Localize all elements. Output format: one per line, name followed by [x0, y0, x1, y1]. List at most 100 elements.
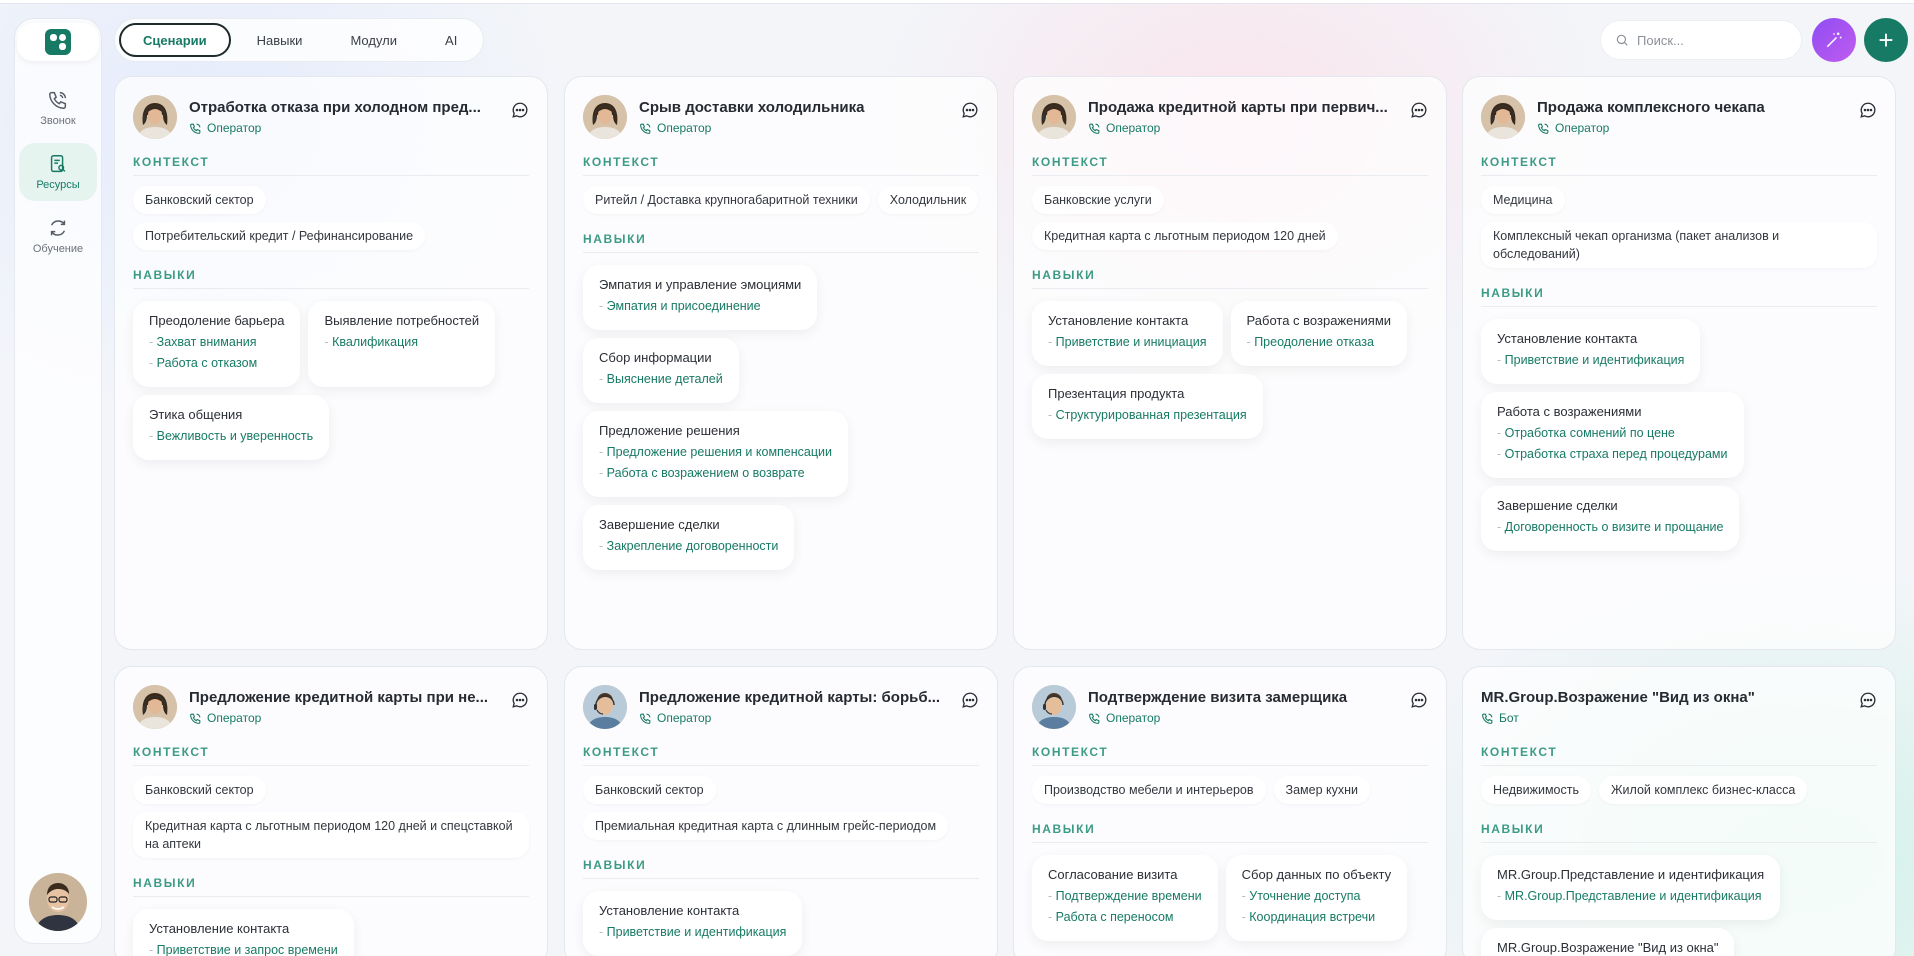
tab-skills[interactable]: Навыки — [235, 23, 325, 57]
skill-name: Этика общения — [149, 407, 243, 423]
nav-item-learning[interactable]: Обучение — [19, 207, 97, 265]
card-role: Оператор — [639, 121, 949, 135]
phone-icon — [640, 123, 651, 134]
scenario-card[interactable]: Срыв доставки холодильника Оператор КОНТЕК… — [564, 76, 998, 650]
nav-item-resources[interactable]: Ресурсы — [19, 143, 97, 201]
skill-name: Сбор информации — [599, 350, 712, 366]
user-avatar[interactable] — [29, 873, 87, 931]
skill-card[interactable]: MR.Group.Возражение "Вид из окна" — [1481, 928, 1735, 956]
chat-icon[interactable] — [1859, 691, 1877, 709]
skills-list: Преодоление барьера Захват внимания Работа… — [133, 301, 529, 461]
context-chip: Банковский сектор — [133, 776, 266, 805]
context-chip: Недвижимость — [1481, 776, 1591, 805]
scenario-card[interactable]: Отработка отказа при холодном пред... Опе… — [114, 76, 548, 650]
operator-avatar — [1032, 685, 1076, 729]
skill-sub-item: Эмпатия и присоединение — [599, 299, 801, 313]
phone-icon — [1089, 123, 1100, 134]
nav-item-call[interactable]: Звонок — [19, 79, 97, 137]
skill-card[interactable]: Установление контакта Приветствие и иници… — [1032, 301, 1223, 367]
chat-icon[interactable] — [1410, 691, 1428, 709]
chat-icon[interactable] — [1410, 101, 1428, 119]
card-header: Продажа комплексного чекапа Оператор — [1481, 95, 1877, 145]
skills-list: Установление контакта Приветствие и идент… — [1481, 319, 1877, 552]
ai-magic-button[interactable] — [1812, 18, 1856, 62]
skill-card[interactable]: Завершение сделки Договоренность о визите… — [1481, 486, 1740, 552]
scenario-card[interactable]: Предложение кредитной карты при не... Опе… — [114, 666, 548, 956]
skill-card[interactable]: Сбор данных по объекту Уточнение доступа К… — [1225, 855, 1408, 942]
phone-icon — [1089, 713, 1100, 724]
skill-name: Установление контакта — [1497, 331, 1638, 347]
chat-icon[interactable] — [961, 101, 979, 119]
skills-list: Эмпатия и управление эмоциями Эмпатия и п… — [583, 265, 979, 571]
skill-card[interactable]: Работа с возражениями Преодоление отказа — [1230, 301, 1408, 367]
role-label: Оператор — [657, 121, 712, 135]
skill-card[interactable]: Эмпатия и управление эмоциями Эмпатия и п… — [583, 265, 818, 331]
nav-label: Обучение — [32, 243, 84, 255]
skills-heading: НАВЫКИ — [133, 876, 529, 898]
search-input[interactable] — [1637, 32, 1777, 48]
skill-sub-item: Выяснение деталей — [599, 372, 723, 386]
chat-icon[interactable] — [961, 691, 979, 709]
context-heading: КОНТЕКСТ — [133, 745, 529, 766]
card-header: Предложение кредитной карты при не... Опе… — [133, 685, 529, 735]
tab-scenarios[interactable]: Сценарии — [119, 23, 231, 57]
skill-card[interactable]: Установление контакта Приветствие и идент… — [583, 891, 803, 956]
scenario-card[interactable]: Продажа кредитной карты при первич... Опе… — [1013, 76, 1447, 650]
add-scenario-button[interactable]: + — [1864, 18, 1908, 62]
phone-icon — [190, 713, 201, 724]
card-header: Предложение кредитной карты: борьб... Опе… — [583, 685, 979, 735]
context-heading: КОНТЕКСТ — [1481, 155, 1877, 176]
scenario-card[interactable]: Подтверждение визита замерщика Оператор КО… — [1013, 666, 1447, 956]
skills-heading: НАВЫКИ — [583, 232, 979, 254]
skill-name: Работа с возражениями — [1246, 313, 1392, 329]
context-chip: Банковский сектор — [133, 186, 266, 215]
scenario-card[interactable]: Продажа комплексного чекапа Оператор КОНТЕ… — [1462, 76, 1896, 650]
card-title: Предложение кредитной карты: борьб... — [639, 689, 941, 706]
user-avatar-icon — [29, 873, 87, 931]
skill-sub-item: Подтверждение времени — [1048, 889, 1202, 903]
skill-card[interactable]: MR.Group.Представление и идентификация MR… — [1481, 855, 1781, 921]
skill-sub-item: Закрепление договоренности — [599, 539, 779, 553]
skill-sub-item: Работа с возражением о возврате — [599, 466, 832, 480]
skill-card[interactable]: Работа с возражениями Отработка сомнений … — [1481, 392, 1744, 479]
skills-heading: НАВЫКИ — [1032, 268, 1428, 290]
app-logo[interactable] — [17, 23, 99, 61]
skill-card[interactable]: Предложение решения Предложение решения и… — [583, 411, 848, 498]
role-label: Оператор — [207, 121, 262, 135]
skill-card[interactable]: Этика общения Вежливость и уверенность — [133, 395, 330, 461]
skill-card[interactable]: Презентация продукта Структурированная пр… — [1032, 374, 1263, 440]
skills-heading: НАВЫКИ — [1032, 822, 1428, 844]
skill-card[interactable]: Согласование визита Подтверждение времени… — [1032, 855, 1218, 942]
chat-icon[interactable] — [511, 691, 529, 709]
refresh-icon — [50, 220, 66, 236]
scenario-card[interactable]: Предложение кредитной карты: борьб... Опе… — [564, 666, 998, 956]
skills-list: MR.Group.Представление и идентификация MR… — [1481, 855, 1877, 956]
card-title: MR.Group.Возражение "Вид из окна" — [1481, 689, 1755, 706]
skill-card[interactable]: Завершение сделки Закрепление договоренно… — [583, 505, 795, 571]
tab-ai[interactable]: AI — [423, 23, 479, 57]
operator-avatar — [133, 685, 177, 729]
card-header: Подтверждение визита замерщика Оператор — [1032, 685, 1428, 735]
skill-card[interactable]: Установление контакта Приветствие и запро… — [133, 909, 354, 956]
skill-sub-item: Приветствие и запрос времени — [149, 943, 338, 956]
skill-sub-item: Структурированная презентация — [1048, 408, 1247, 422]
skill-card[interactable]: Установление контакта Приветствие и идент… — [1481, 319, 1701, 385]
tab-modules[interactable]: Модули — [328, 23, 419, 57]
skill-card[interactable]: Сбор информации Выяснение деталей — [583, 338, 739, 404]
skill-card[interactable]: Выявление потребностей Квалификация — [308, 301, 496, 388]
card-header-text: Срыв доставки холодильника Оператор — [639, 95, 949, 135]
logo-icon — [45, 29, 71, 55]
context-chips: Ритейл / Доставка крупногабаритной техни… — [583, 186, 979, 215]
card-role: Оператор — [189, 711, 499, 725]
skill-sub-item: Приветствие и идентификация — [599, 925, 787, 939]
scenario-card[interactable]: MR.Group.Возражение "Вид из окна" Бот КОНТ… — [1462, 666, 1896, 956]
context-chip: Банковские услуги — [1032, 186, 1164, 215]
skill-sub-item: Координация встречи — [1242, 910, 1391, 924]
skill-name: Сбор данных по объекту — [1241, 867, 1392, 883]
skill-sub-item: Работа с отказом — [149, 356, 284, 370]
skill-sub-item: Вежливость и уверенность — [149, 429, 314, 443]
chat-icon[interactable] — [511, 101, 529, 119]
chat-icon[interactable] — [1859, 101, 1877, 119]
skill-card[interactable]: Преодоление барьера Захват внимания Работа… — [133, 301, 301, 388]
card-header: Срыв доставки холодильника Оператор — [583, 95, 979, 145]
